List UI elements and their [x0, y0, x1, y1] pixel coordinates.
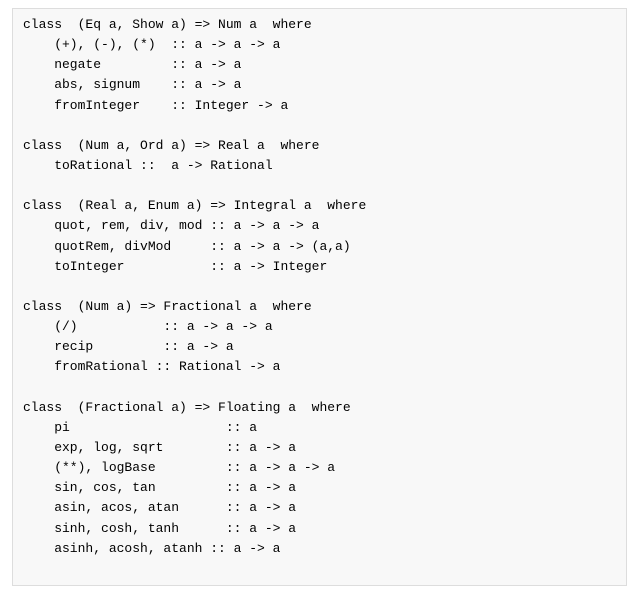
num-class-section: class (Eq a, Show a) => Num a where (+),…: [23, 17, 312, 113]
floating-class-section: class (Fractional a) => Floating a where…: [23, 400, 351, 556]
real-class-section: class (Num a, Ord a) => Real a where toR…: [23, 138, 319, 173]
integral-class-section: class (Real a, Enum a) => Integral a whe…: [23, 198, 366, 273]
code-display: class (Eq a, Show a) => Num a where (+),…: [12, 8, 627, 586]
fractional-class-section: class (Num a) => Fractional a where (/) …: [23, 299, 312, 374]
